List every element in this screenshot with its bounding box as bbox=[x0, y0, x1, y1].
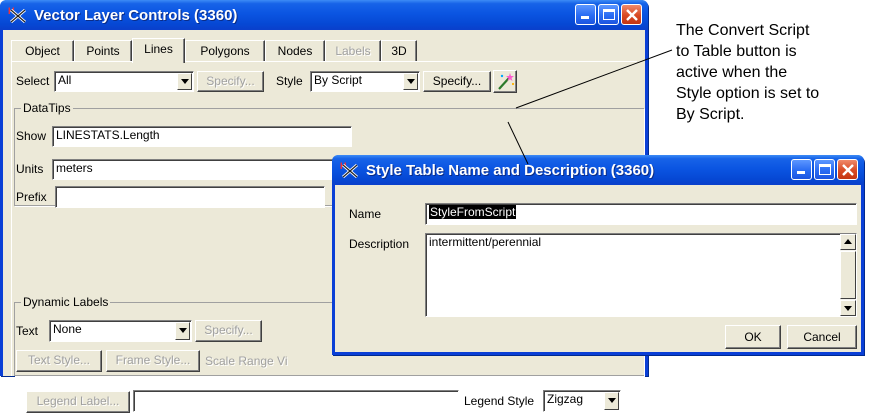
chevron-down-icon bbox=[844, 306, 852, 311]
name-field[interactable]: StyleFromScript bbox=[425, 203, 857, 225]
chevron-up-icon bbox=[844, 239, 852, 244]
style-combo[interactable]: By Script bbox=[310, 71, 420, 92]
maximize-icon bbox=[603, 9, 615, 20]
style-label: Style bbox=[276, 74, 303, 88]
dialog-close-button[interactable] bbox=[837, 159, 858, 180]
minimize-icon bbox=[797, 171, 805, 174]
minimize-button[interactable] bbox=[575, 4, 596, 25]
callout-line-2: to Table button is bbox=[676, 43, 797, 60]
chevron-down-icon[interactable] bbox=[177, 73, 192, 90]
text-combo-value: None bbox=[53, 322, 82, 336]
scroll-down-button[interactable] bbox=[840, 300, 856, 316]
description-label: Description bbox=[349, 237, 410, 251]
select-combo[interactable]: All bbox=[54, 71, 194, 92]
dialog-app-icon: H bbox=[340, 160, 360, 180]
units-field[interactable]: meters bbox=[52, 159, 352, 180]
close-icon bbox=[626, 9, 638, 21]
dialog-title-bar[interactable]: H Style Table Name and Description (3360… bbox=[332, 155, 864, 185]
select-specify-button[interactable]: Specify... bbox=[197, 71, 264, 92]
legend-style-combo[interactable]: Zigzag bbox=[543, 390, 621, 412]
chevron-down-icon[interactable] bbox=[175, 322, 190, 340]
text-style-button[interactable]: Text Style... bbox=[16, 350, 102, 372]
legend-style-label: Legend Style bbox=[464, 394, 535, 408]
callout-line-3: active when the bbox=[676, 64, 788, 81]
dialog-minimize-button[interactable] bbox=[791, 159, 812, 180]
close-icon bbox=[842, 164, 854, 176]
text-combo[interactable]: None bbox=[49, 320, 192, 342]
tab-object[interactable]: Object bbox=[11, 40, 74, 62]
prefix-label: Prefix bbox=[16, 190, 47, 204]
dialog-maximize-button[interactable] bbox=[814, 159, 835, 180]
prefix-field[interactable] bbox=[55, 186, 325, 208]
app-icon: H bbox=[8, 5, 28, 25]
minimize-icon bbox=[581, 16, 589, 19]
select-label: Select bbox=[16, 74, 50, 88]
legend-label-field[interactable] bbox=[133, 390, 459, 412]
scale-range-label: Scale Range Vi bbox=[205, 354, 288, 368]
legend-style-combo-value: Zigzag bbox=[547, 392, 584, 406]
main-title-bar[interactable]: H Vector Layer Controls (3360) bbox=[0, 0, 648, 30]
tab-labels[interactable]: Labels bbox=[325, 40, 381, 62]
frame-style-button[interactable]: Frame Style... bbox=[106, 350, 200, 372]
callout-line-4: Style option is set to bbox=[676, 85, 820, 102]
description-value: intermittent/perennial bbox=[429, 235, 542, 249]
tab-points[interactable]: Points bbox=[74, 40, 132, 62]
main-window-title: Vector Layer Controls (3360) bbox=[34, 6, 238, 24]
style-table-dialog: H Style Table Name and Description (3360… bbox=[332, 155, 864, 355]
callout-line-5: By Script. bbox=[676, 106, 745, 123]
text-label: Text bbox=[16, 324, 39, 338]
description-textarea[interactable]: intermittent/perennial bbox=[425, 233, 857, 317]
close-button[interactable] bbox=[621, 4, 642, 25]
tab-polygons[interactable]: Polygons bbox=[185, 40, 265, 62]
units-label: Units bbox=[16, 162, 44, 176]
callout-annotation: The Convert Script to Table button is ac… bbox=[676, 20, 876, 125]
select-combo-value: All bbox=[58, 73, 72, 87]
dialog-client-area: Name StyleFromScript Description intermi… bbox=[335, 185, 861, 352]
units-field-value: meters bbox=[56, 161, 93, 175]
tab-lines[interactable]: Lines bbox=[132, 38, 185, 63]
datatips-legend: DataTips bbox=[21, 101, 73, 115]
maximize-icon bbox=[819, 164, 831, 175]
show-label: Show bbox=[16, 129, 47, 143]
style-combo-value: By Script bbox=[314, 73, 363, 87]
scroll-thumb[interactable] bbox=[840, 251, 856, 299]
legend-label-button[interactable]: Legend Label... bbox=[26, 391, 130, 413]
chevron-down-icon[interactable] bbox=[403, 73, 418, 90]
dialog-title: Style Table Name and Description (3360) bbox=[366, 161, 655, 179]
name-label: Name bbox=[349, 207, 382, 221]
maximize-button[interactable] bbox=[598, 4, 619, 25]
text-specify-button[interactable]: Specify... bbox=[195, 320, 262, 342]
description-scrollbar[interactable] bbox=[840, 234, 856, 316]
ok-button[interactable]: OK bbox=[725, 325, 781, 349]
tab-nodes[interactable]: Nodes bbox=[265, 40, 325, 62]
dynamic-labels-legend: Dynamic Labels bbox=[21, 295, 111, 309]
show-field-value: LINESTATS.Length bbox=[56, 128, 160, 142]
scroll-up-button[interactable] bbox=[840, 234, 856, 250]
tab-3d[interactable]: 3D bbox=[381, 40, 417, 62]
convert-script-to-table-button[interactable] bbox=[493, 70, 517, 93]
cancel-button[interactable]: Cancel bbox=[787, 325, 857, 349]
show-field[interactable]: LINESTATS.Length bbox=[52, 126, 352, 147]
callout-line-1: The Convert Script bbox=[676, 22, 810, 39]
chevron-down-icon[interactable] bbox=[604, 392, 619, 410]
name-field-value: StyleFromScript bbox=[429, 205, 517, 219]
style-specify-button[interactable]: Specify... bbox=[423, 71, 491, 92]
magic-wand-icon bbox=[498, 73, 515, 90]
